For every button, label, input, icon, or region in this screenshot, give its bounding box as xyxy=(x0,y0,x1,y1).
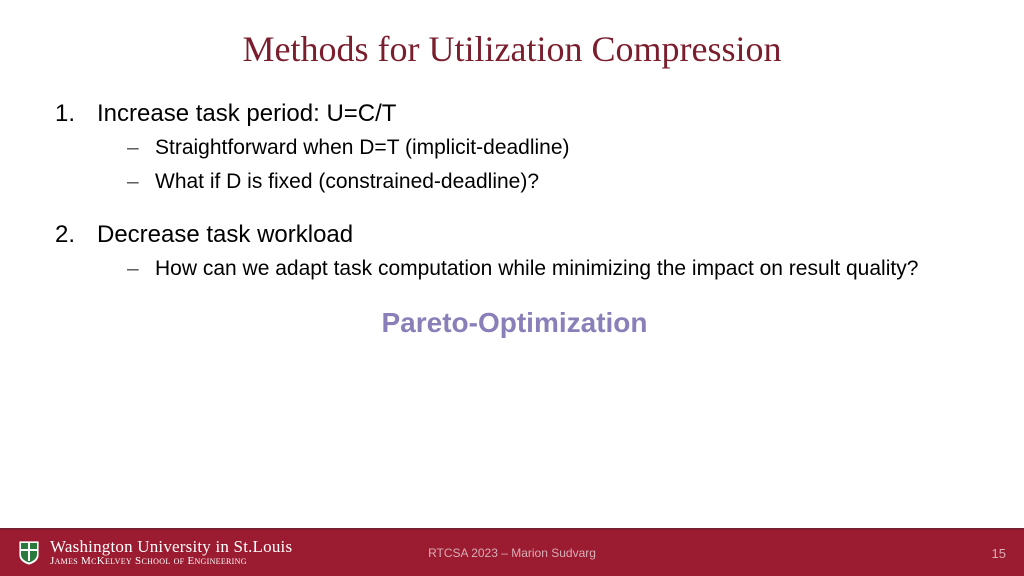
dash-icon: – xyxy=(127,168,155,196)
school-name: James McKelvey School of Engineering xyxy=(50,556,292,568)
footer-logo-block: Washington University in St.Louis James … xyxy=(18,538,292,567)
item-text: Increase task period: U=C/T xyxy=(97,100,396,128)
sub-item-text: How can we adapt task computation while … xyxy=(155,255,918,283)
slide-footer: Washington University in St.Louis James … xyxy=(0,528,1024,576)
dash-icon: – xyxy=(127,134,155,162)
slide-title: Methods for Utilization Compression xyxy=(0,28,1024,70)
slide-content: 1. Increase task period: U=C/T – Straigh… xyxy=(0,100,1024,576)
list-item-1: 1. Increase task period: U=C/T xyxy=(55,100,974,128)
dash-icon: – xyxy=(127,255,155,283)
shield-icon xyxy=(18,540,40,566)
page-number: 15 xyxy=(992,546,1006,561)
footer-center-text: RTCSA 2023 – Marion Sudvarg xyxy=(428,546,596,560)
highlight-text: Pareto-Optimization xyxy=(55,307,974,339)
sub-item: – How can we adapt task computation whil… xyxy=(127,255,974,283)
item-number: 1. xyxy=(55,100,97,128)
sub-item: – What if D is fixed (constrained-deadli… xyxy=(127,168,974,196)
item-text: Decrease task workload xyxy=(97,221,353,249)
university-name: Washington University in St.Louis xyxy=(50,538,292,556)
list-item-2: 2. Decrease task workload xyxy=(55,221,974,249)
item-number: 2. xyxy=(55,221,97,249)
sub-item-text: Straightforward when D=T (implicit-deadl… xyxy=(155,134,570,162)
sub-item: – Straightforward when D=T (implicit-dea… xyxy=(127,134,974,162)
sub-item-text: What if D is fixed (constrained-deadline… xyxy=(155,168,539,196)
